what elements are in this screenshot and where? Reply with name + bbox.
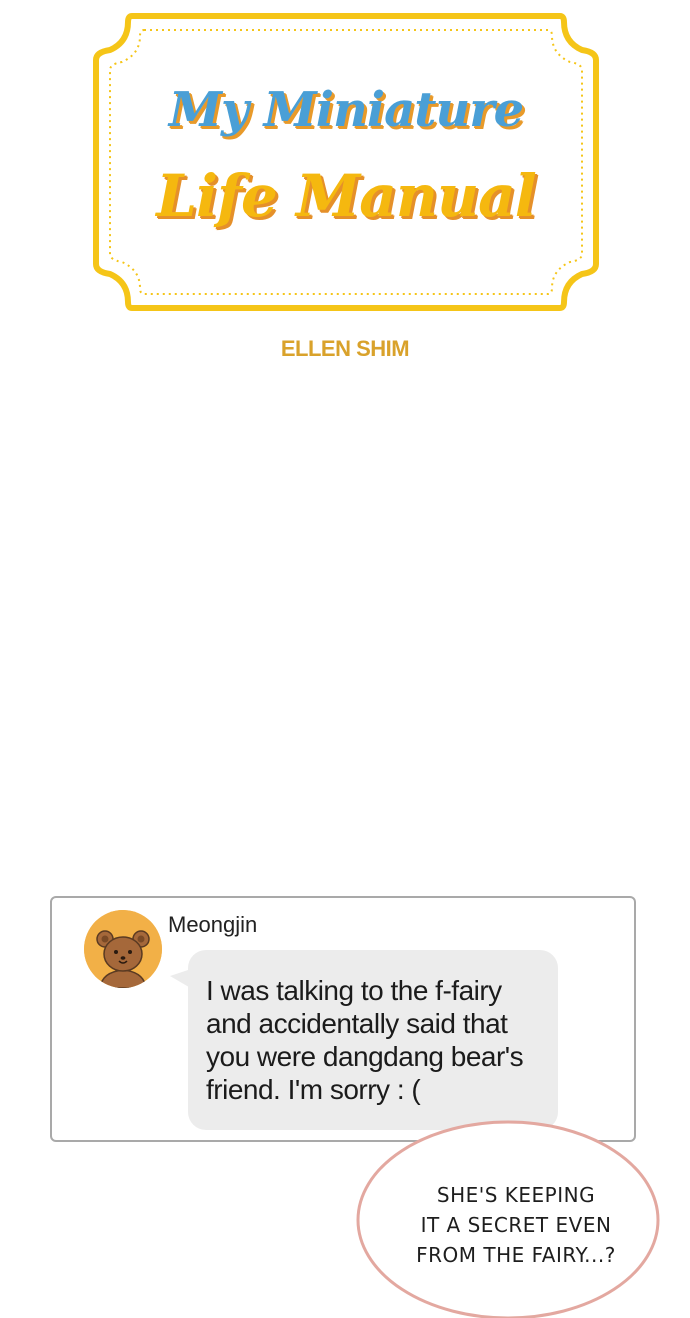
title-line-1: My Miniature: [168, 82, 524, 138]
author-name: ELLEN SHIM: [280, 336, 410, 361]
sender-name: Meongjin: [168, 912, 258, 937]
title-plaque: My Miniature Life Manual: [92, 12, 600, 312]
bear-face-icon: [84, 910, 162, 988]
title-line-2: Life Manual: [156, 162, 537, 230]
speech-text: SHE'S KEEPING IT A SECRET EVEN FROM THE …: [416, 1183, 616, 1267]
avatar: [84, 910, 162, 988]
message-card: Meongjin I was talking to the f-fairy an…: [50, 896, 636, 1142]
speech-balloon: SHE'S KEEPING IT A SECRET EVEN FROM THE …: [354, 1118, 660, 1318]
message-text: I was talking to the f-fairy and acciden…: [206, 975, 524, 1105]
message-bubble: I was talking to the f-fairy and acciden…: [188, 950, 558, 1130]
